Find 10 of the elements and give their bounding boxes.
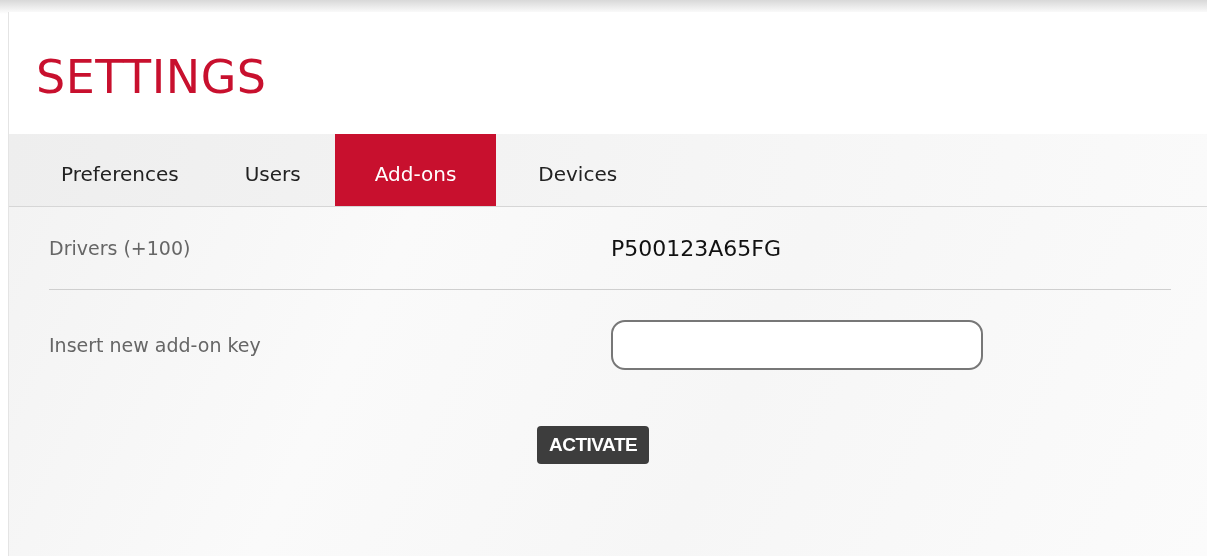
tab[interactable]: Devices xyxy=(496,134,660,206)
page-title: SETTINGS xyxy=(36,49,268,106)
field-label: Insert new add-on key xyxy=(49,334,262,356)
field-label: Drivers (+100) xyxy=(49,237,192,259)
field-value: P500123A65FG xyxy=(611,235,782,261)
tab[interactable]: Preferences xyxy=(29,134,211,206)
tab[interactable]: Add-ons xyxy=(334,134,497,206)
tab[interactable]: Users xyxy=(210,134,335,206)
input-field[interactable] xyxy=(611,320,983,370)
activate-button[interactable]: ACTIVATE xyxy=(537,426,650,464)
